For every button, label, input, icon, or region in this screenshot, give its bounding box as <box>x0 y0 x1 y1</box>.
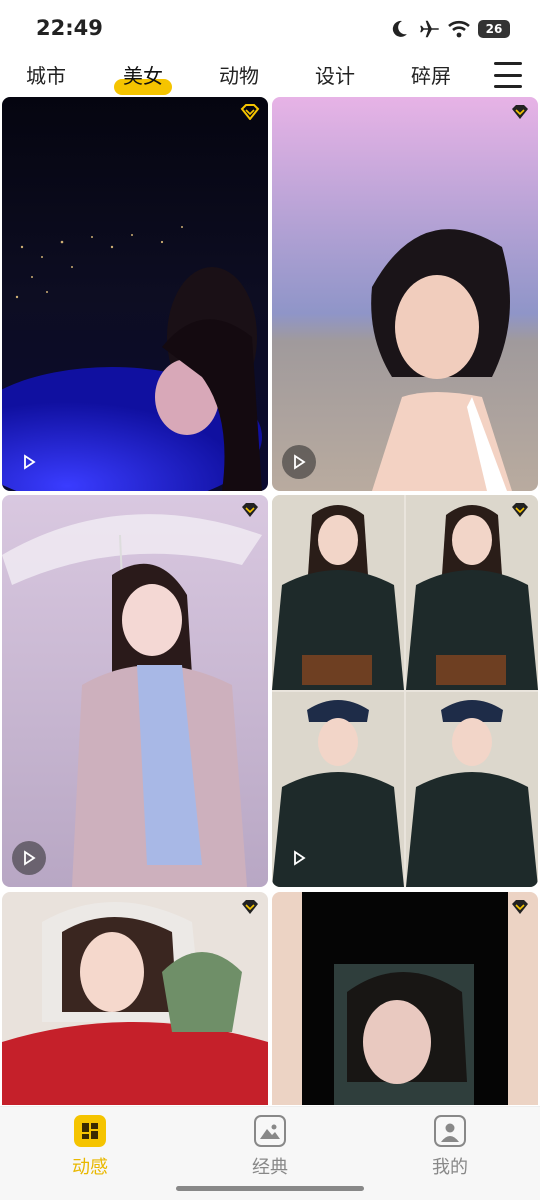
wallpaper-image <box>2 495 268 887</box>
menu-button[interactable] <box>494 62 524 88</box>
moon-icon <box>388 18 410 40</box>
wallpaper-image <box>2 892 268 1105</box>
wallpaper-card[interactable] <box>272 495 538 887</box>
wallpaper-image <box>272 495 538 887</box>
vip-icon <box>240 104 260 120</box>
nav-label: 我的 <box>432 1157 468 1178</box>
vip-icon <box>242 503 258 517</box>
play-icon <box>24 850 36 866</box>
nav-label: 动感 <box>72 1157 108 1178</box>
menu-icon-line <box>494 73 522 77</box>
play-button[interactable] <box>282 841 316 875</box>
tab-city[interactable]: 城市 <box>16 60 76 89</box>
battery-indicator: 26 <box>478 20 510 38</box>
menu-icon-line <box>494 85 522 88</box>
home-indicator <box>176 1186 364 1191</box>
tab-animal[interactable]: 动物 <box>209 60 269 89</box>
vip-icon <box>512 900 528 914</box>
play-button[interactable] <box>282 445 316 479</box>
tab-design[interactable]: 设计 <box>305 60 365 89</box>
wallpaper-image <box>272 97 538 491</box>
wallpaper-card[interactable] <box>272 97 538 491</box>
wallpaper-image <box>2 97 268 491</box>
menu-icon-line <box>494 62 522 65</box>
vip-icon <box>512 105 528 119</box>
wallpaper-card[interactable] <box>2 495 268 887</box>
nav-label: 经典 <box>252 1157 288 1178</box>
nav-item-mine[interactable]: 我的 <box>410 1115 490 1179</box>
wallpaper-image <box>272 892 538 1105</box>
wallpaper-card[interactable] <box>2 892 268 1105</box>
tab-broken-screen[interactable]: 碎屏 <box>401 60 461 89</box>
dynamic-icon <box>74 1115 106 1147</box>
nav-item-dynamic[interactable]: 动感 <box>50 1115 130 1179</box>
category-tabs: 城市 美女 动物 设计 碎屏 <box>0 56 540 96</box>
status-bar: 22:49 26 <box>0 0 540 56</box>
nav-item-classic[interactable]: 经典 <box>230 1115 310 1179</box>
wallpaper-grid <box>0 97 540 1105</box>
vip-icon <box>242 900 258 914</box>
play-icon <box>294 850 306 866</box>
vip-icon <box>512 503 528 517</box>
wifi-icon <box>448 18 470 40</box>
play-button[interactable] <box>12 841 46 875</box>
profile-icon <box>434 1115 466 1147</box>
status-time: 22:49 <box>36 16 103 40</box>
tab-beauty[interactable]: 美女 <box>113 60 173 89</box>
play-icon <box>24 454 36 470</box>
play-button[interactable] <box>12 445 46 479</box>
picture-icon <box>254 1115 286 1147</box>
wallpaper-card[interactable] <box>272 892 538 1105</box>
play-icon <box>294 454 306 470</box>
status-icons: 26 <box>388 18 510 40</box>
airplane-icon <box>418 18 440 40</box>
wallpaper-card[interactable] <box>2 97 268 491</box>
